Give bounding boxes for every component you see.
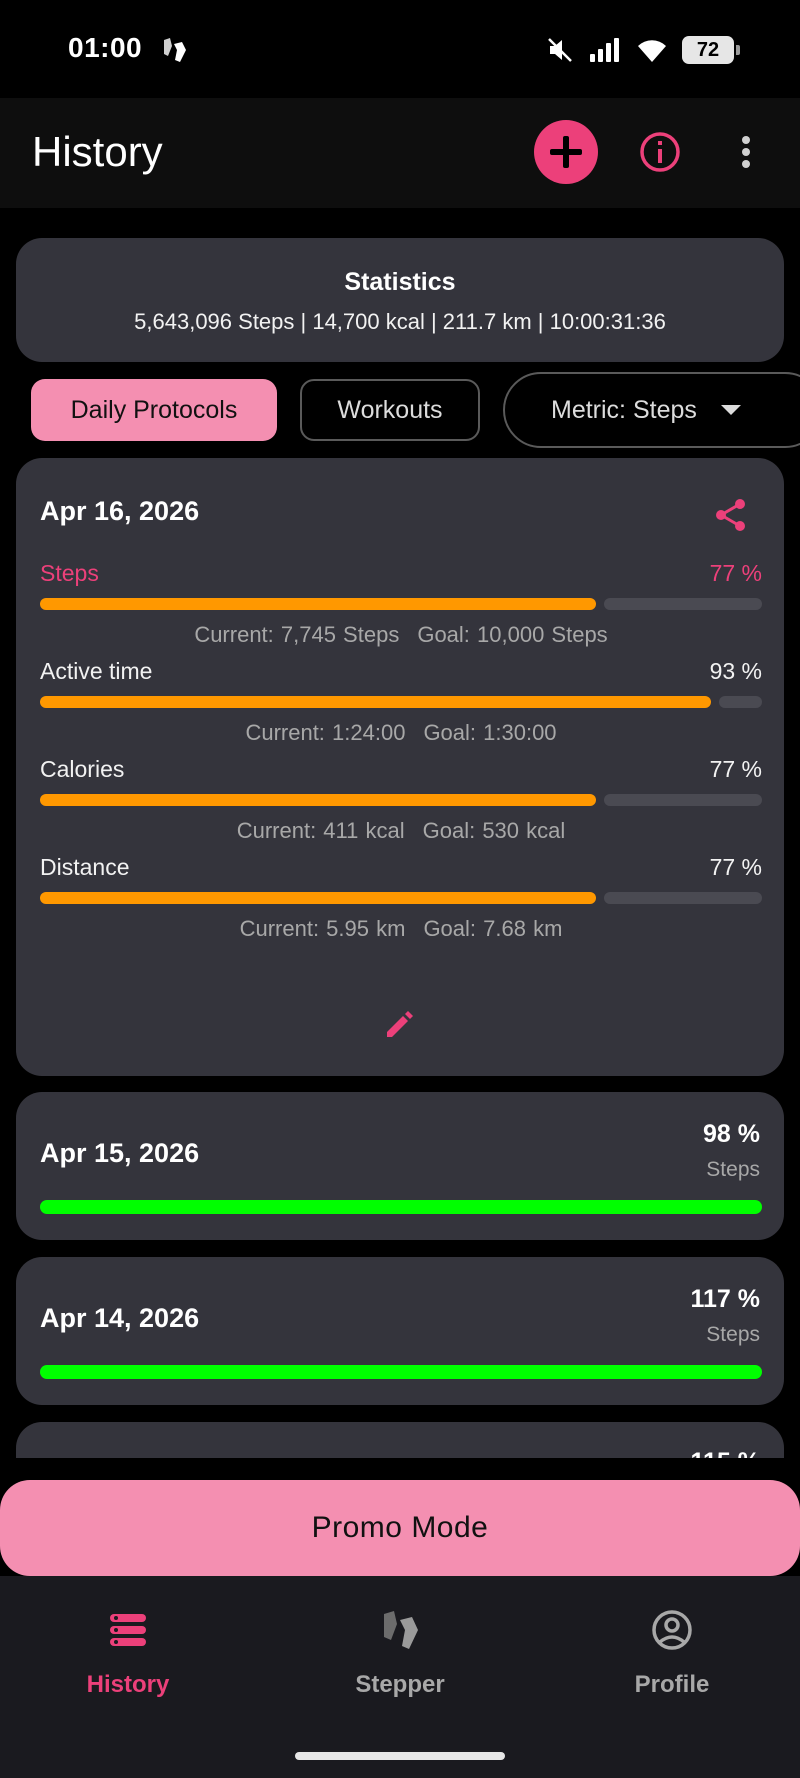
- day-percent: 115 %: [690, 1448, 760, 1458]
- statistics-values: 5,643,096 Steps | 14,700 kcal | 211.7 km…: [134, 309, 666, 334]
- plus-icon: [550, 136, 582, 168]
- nav-item-profile[interactable]: Profile: [572, 1606, 772, 1699]
- progress-bar: [40, 696, 762, 708]
- metric-goal: Goal: 530 kcal: [422, 818, 566, 843]
- metric-percent: 77 %: [709, 756, 762, 782]
- statistics-title: Statistics: [344, 268, 456, 296]
- page-title: History: [32, 128, 163, 175]
- metric-current: Current: 7,745 Steps: [194, 622, 400, 647]
- metric-label: Distance: [40, 854, 130, 880]
- day-percent: 98 %: [703, 1120, 760, 1148]
- metric-detail: Current: 7,745 Steps Goal: 10,000 Steps: [40, 622, 762, 648]
- metric-label: Steps: [40, 560, 99, 586]
- metric-detail: Current: 5.95 km Goal: 7.68 km: [40, 916, 762, 942]
- shoe-print-icon: [164, 38, 186, 62]
- history-list[interactable]: Statistics 5,643,096 Steps | 14,700 kcal…: [0, 208, 800, 1458]
- day-date: Apr 15, 2026: [40, 1138, 200, 1168]
- status-time: 01:00: [68, 32, 143, 63]
- progress-fill: [40, 794, 596, 806]
- wifi-icon: [638, 40, 666, 62]
- metric-goal: Goal: 1:30:00: [423, 720, 557, 745]
- progress-remaining: [604, 892, 762, 904]
- pencil-icon[interactable]: [382, 1006, 418, 1042]
- metric-current: Current: 5.95 km: [239, 916, 406, 941]
- metric-goal: Goal: 10,000 Steps: [417, 622, 608, 647]
- progress-bar: [40, 794, 762, 806]
- nav-label: Stepper: [355, 1671, 445, 1698]
- daily-protocols-chip[interactable]: Daily Protocols: [31, 379, 277, 441]
- statistics-card: Statistics 5,643,096 Steps | 14,700 kcal…: [16, 238, 784, 362]
- metric-detail: Current: 1:24:00 Goal: 1:30:00: [40, 720, 762, 746]
- info-icon[interactable]: [636, 128, 684, 176]
- progress-bar: [40, 598, 762, 610]
- metric-dropdown[interactable]: Metric: Steps: [503, 372, 800, 448]
- day-metric: Steps: [706, 1158, 760, 1181]
- battery-icon: 72: [682, 36, 740, 64]
- add-button[interactable]: [534, 120, 598, 184]
- day-card[interactable]: 115 %: [16, 1422, 784, 1458]
- metric-label: Active time: [40, 658, 153, 684]
- more-options-icon[interactable]: [726, 128, 766, 176]
- workouts-chip[interactable]: Workouts: [300, 379, 480, 441]
- day-card-expanded[interactable]: Apr 16, 2026 Steps 77 % Current: 7,745 S…: [16, 458, 784, 1076]
- bottom-navigation: History Stepper Profile: [0, 1576, 800, 1778]
- history-list-icon: [110, 1614, 146, 1646]
- status-icons: 72: [546, 34, 740, 66]
- day-card[interactable]: Apr 15, 2026 98 % Steps: [16, 1092, 784, 1240]
- metric-detail: Current: 411 kcal Goal: 530 kcal: [40, 818, 762, 844]
- home-indicator[interactable]: [295, 1752, 505, 1760]
- profile-icon: [652, 1610, 692, 1650]
- dropdown-arrow-icon: [720, 405, 741, 415]
- metric-current: Current: 411 kcal: [236, 818, 405, 843]
- day-metric: Steps: [706, 1323, 760, 1346]
- day-date: Apr 14, 2026: [40, 1303, 200, 1333]
- day-percent: 117 %: [690, 1285, 760, 1313]
- metric-dropdown-label: Metric: Steps: [551, 395, 697, 424]
- signal-icon: [590, 38, 619, 62]
- nav-label: History: [86, 1671, 170, 1698]
- status-bar: 01:00 72: [0, 0, 800, 98]
- progress-bar: [40, 1365, 762, 1379]
- shoe-print-icon: [384, 1611, 418, 1649]
- app-bar: History: [0, 98, 800, 208]
- progress-fill: [40, 598, 596, 610]
- progress-fill: [40, 696, 711, 708]
- progress-remaining: [604, 794, 762, 806]
- progress-remaining: [604, 598, 762, 610]
- metric-current: Current: 1:24:00: [245, 720, 406, 745]
- progress-fill: [40, 892, 596, 904]
- progress-bar: [40, 1200, 762, 1214]
- progress-bar: [40, 892, 762, 904]
- day-card[interactable]: Apr 14, 2026 117 % Steps: [16, 1257, 784, 1405]
- nav-label: Profile: [634, 1671, 710, 1698]
- metric-percent: 77 %: [709, 854, 762, 880]
- metric-goal: Goal: 7.68 km: [423, 916, 563, 941]
- share-icon[interactable]: [712, 496, 750, 534]
- mute-icon: [548, 38, 572, 62]
- metric-label: Calories: [40, 756, 125, 782]
- nav-item-stepper[interactable]: Stepper: [300, 1606, 500, 1699]
- day-date: Apr 16, 2026: [40, 496, 200, 526]
- metric-percent: 77 %: [709, 560, 762, 586]
- promo-mode-button[interactable]: Promo Mode: [0, 1480, 800, 1576]
- nav-item-history[interactable]: History: [28, 1606, 228, 1699]
- progress-remaining: [719, 696, 762, 708]
- metric-percent: 93 %: [709, 658, 762, 684]
